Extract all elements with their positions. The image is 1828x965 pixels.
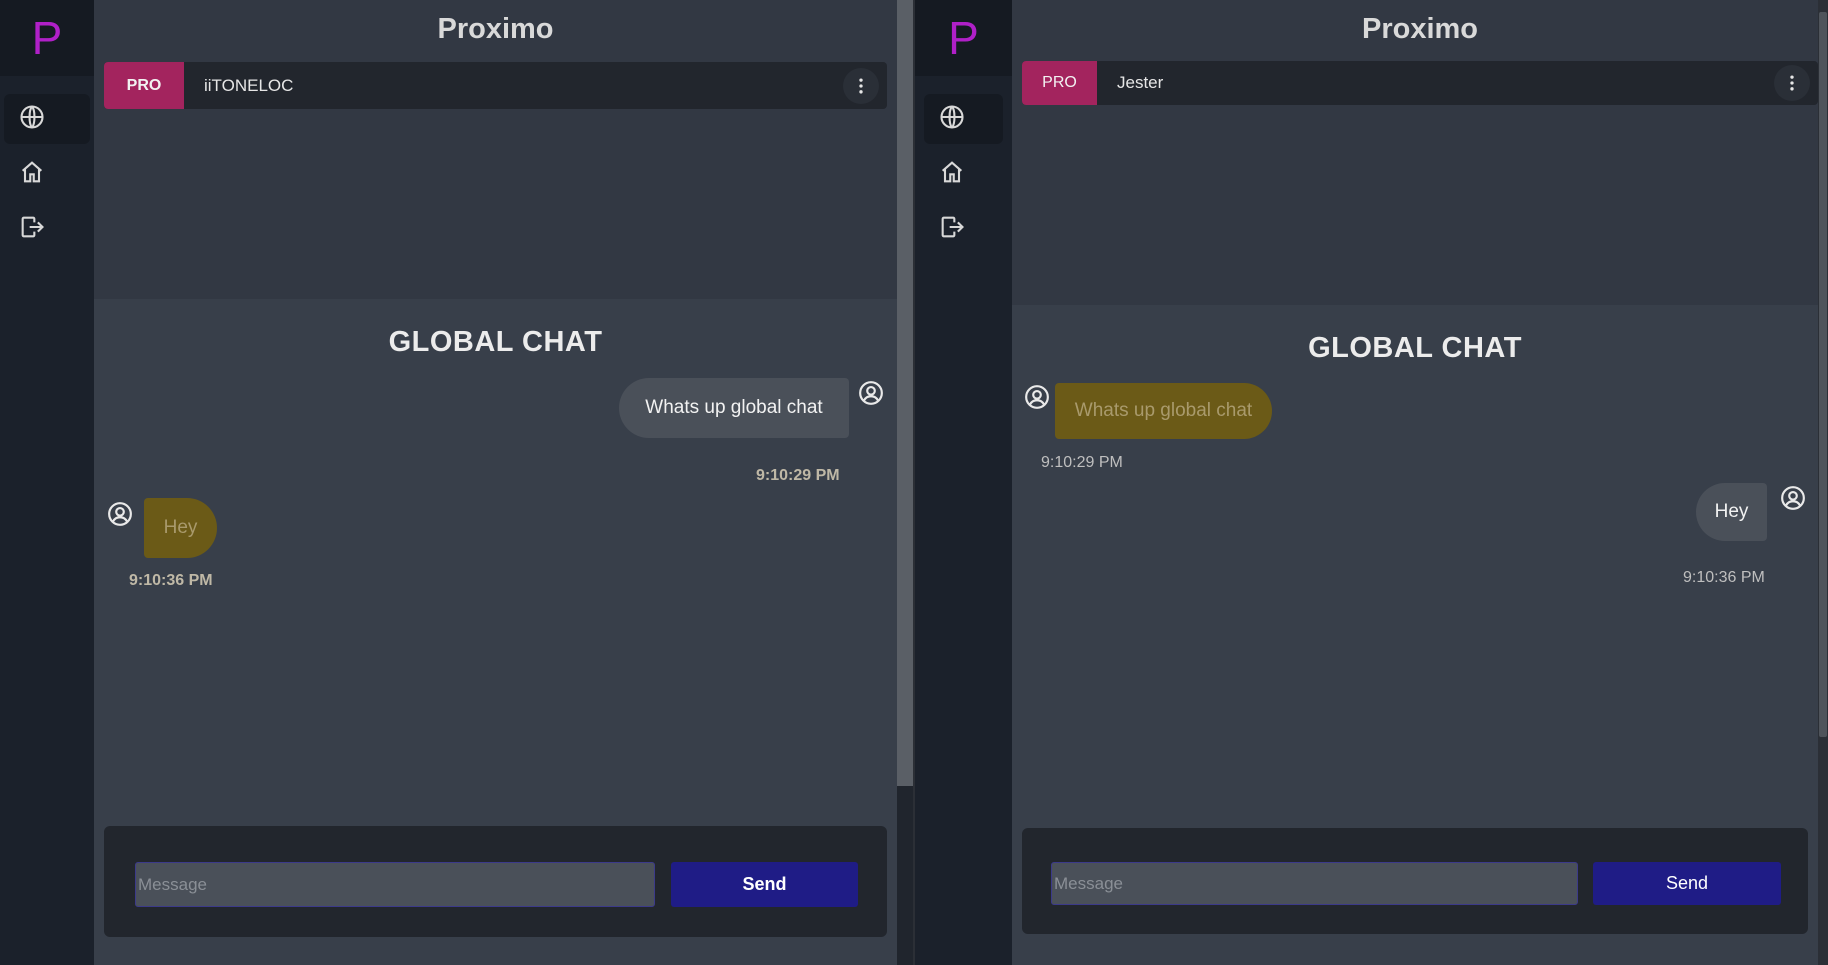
send-button[interactable]: Send — [1593, 862, 1781, 905]
globe-icon — [18, 103, 46, 136]
scrollbar-track — [897, 786, 913, 965]
message-bubble: Whats up global chat — [619, 378, 849, 438]
send-button[interactable]: Send — [671, 862, 858, 907]
home-icon — [18, 158, 46, 191]
user-avatar-icon — [1780, 485, 1806, 511]
main-panel: Proximo PRO Jester GLOBAL CHAT Whats up … — [1012, 0, 1828, 965]
main-panel: Proximo PRO iiTONELOC GLOBAL CHAT Whats … — [94, 0, 897, 965]
scrollbar-thumb[interactable] — [1819, 12, 1827, 737]
home-icon — [938, 158, 966, 191]
logout-icon — [938, 213, 966, 246]
left-app-window: P Proximo PRO iiTONELOC GLOBAL CHAT What… — [0, 0, 897, 965]
user-bar: PRO Jester — [1022, 61, 1818, 105]
message-timestamp: 9:10:29 PM — [756, 467, 840, 484]
user-avatar-icon — [107, 501, 133, 527]
sidebar-item-home[interactable] — [924, 149, 1003, 199]
sidebar-item-home[interactable] — [4, 149, 90, 199]
message-composer: Send — [104, 826, 887, 937]
page-title: Proximo — [437, 13, 554, 45]
right-app-window: P Proximo PRO Jester GLOBAL CHAT Whats u… — [915, 0, 1828, 965]
app-logo[interactable]: P — [0, 0, 94, 76]
more-options-button[interactable] — [843, 67, 879, 104]
sidebar-nav — [915, 76, 1012, 277]
user-avatar-icon — [1024, 384, 1050, 410]
message-bubble: Whats up global chat — [1055, 383, 1272, 439]
sidebar: P — [0, 0, 94, 965]
screen: P Proximo PRO iiTONELOC GLOBAL CHAT What… — [0, 0, 1828, 965]
sidebar-item-logout[interactable] — [4, 204, 90, 254]
logout-icon — [18, 213, 46, 246]
user-avatar-icon — [858, 380, 884, 406]
chat-title: GLOBAL CHAT — [388, 326, 603, 358]
message-timestamp: 9:10:36 PM — [129, 572, 213, 589]
sidebar-item-logout[interactable] — [924, 204, 1003, 254]
message-timestamp: 9:10:29 PM — [1041, 454, 1123, 471]
more-vertical-icon — [1790, 75, 1794, 91]
message-input[interactable] — [135, 862, 655, 907]
more-vertical-icon — [859, 78, 863, 93]
right-window-scrollbar[interactable] — [1818, 0, 1828, 965]
message-composer: Send — [1022, 828, 1808, 934]
username: iiTONELOC — [204, 75, 294, 95]
message-input[interactable] — [1051, 862, 1578, 905]
sidebar-item-global-chat[interactable] — [4, 94, 90, 144]
pro-badge: PRO — [1022, 61, 1097, 105]
globe-icon — [938, 103, 966, 136]
header: Proximo PRO Jester — [1012, 0, 1828, 105]
app-logo[interactable]: P — [915, 0, 1012, 76]
user-bar: PRO iiTONELOC — [104, 62, 887, 109]
sidebar-nav — [0, 76, 94, 277]
page-title: Proximo — [1361, 13, 1479, 45]
chat-title: GLOBAL CHAT — [1308, 332, 1522, 364]
username: Jester — [1117, 73, 1164, 92]
scrollbar-thumb[interactable] — [897, 0, 913, 786]
pro-badge: PRO — [104, 62, 184, 109]
sidebar: P — [915, 0, 1012, 965]
left-window-scrollbar[interactable] — [897, 0, 915, 965]
message-bubble: Hey — [1696, 483, 1767, 541]
message-timestamp: 9:10:36 PM — [1683, 569, 1765, 586]
header: Proximo PRO iiTONELOC — [94, 0, 897, 109]
sidebar-item-global-chat[interactable] — [924, 94, 1003, 144]
message-bubble: Hey — [144, 498, 217, 558]
more-options-button[interactable] — [1774, 65, 1810, 101]
